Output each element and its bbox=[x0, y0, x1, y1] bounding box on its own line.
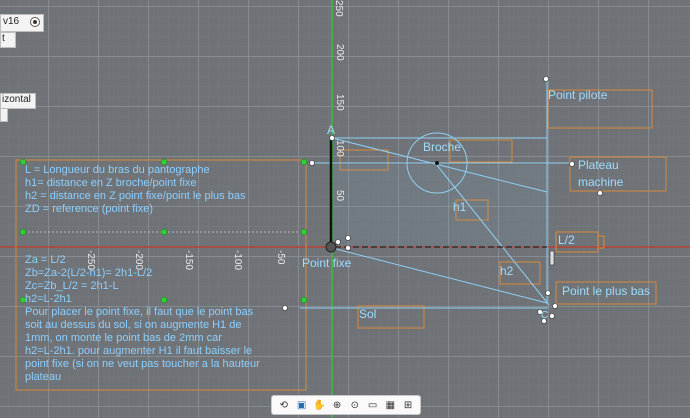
sketch-palette-row-version[interactable]: v16 bbox=[0, 14, 44, 32]
broche-point[interactable] bbox=[435, 161, 439, 165]
label-point-le-plus-bas: Point le plus bas bbox=[562, 284, 651, 298]
label-c: C bbox=[541, 310, 549, 321]
formula-line: 1mm, on monte le point bas de 2mm car bbox=[25, 332, 222, 344]
orientation-dropdown[interactable]: izontal bbox=[0, 93, 36, 109]
v-tick-200: 200 bbox=[334, 44, 345, 61]
formula-line: soit au dessus du sol, si on augmente H1… bbox=[25, 319, 242, 331]
orientation-label: izontal bbox=[2, 94, 31, 105]
v-tick-50: 50 bbox=[334, 190, 345, 202]
definition-line: L = Longueur du bras du pantographe bbox=[25, 164, 210, 176]
definitions-note[interactable]: L = Longueur du bras du pantographe h1= … bbox=[25, 164, 245, 216]
shaded-area bbox=[332, 165, 547, 248]
label-plateau: Plateau bbox=[578, 158, 619, 172]
orbit-icon[interactable]: ⟲ bbox=[276, 400, 292, 411]
h-tick-50: -50 bbox=[275, 250, 286, 265]
option-label: t bbox=[2, 33, 5, 44]
label-h2: h2 bbox=[500, 264, 514, 278]
formula-line: h2=L-2h1 bbox=[25, 293, 72, 305]
v-tick-100: 100 bbox=[334, 140, 345, 157]
formula-line: h2=L-2h1. pour augmenter H1 il faut bais… bbox=[25, 345, 253, 357]
sketch-palette-row-option[interactable]: t bbox=[0, 32, 16, 48]
definition-line: h1= distance en Z broche/point fixe bbox=[25, 177, 197, 189]
formula-line: point fixe (si on ne veut pas toucher a … bbox=[25, 358, 260, 370]
label-broche: Broche bbox=[423, 140, 462, 154]
label-h1: h1 bbox=[453, 200, 467, 214]
formula-line: Zb=Za-2(L/2-h1)= 2h1-L/2 bbox=[25, 267, 153, 279]
look-at-icon[interactable]: ▣ bbox=[294, 400, 310, 411]
viewports-icon[interactable]: ⊞ bbox=[400, 400, 416, 411]
display-settings-icon[interactable]: ▭ bbox=[365, 400, 381, 411]
pan-icon[interactable]: ✋ bbox=[311, 400, 327, 411]
palette-edge bbox=[0, 108, 8, 122]
l-half-marker bbox=[549, 250, 555, 266]
v-tick-250: 250 bbox=[333, 0, 344, 17]
label-machine: machine bbox=[578, 175, 624, 189]
v-tick-150: 150 bbox=[334, 94, 345, 111]
zoom-icon[interactable]: ⊕ bbox=[329, 400, 345, 411]
formula-line: Zc=Zb_L/2 = 2h1-L bbox=[25, 280, 119, 292]
formulas-note[interactable]: Za = L/2 Zb=Za-2(L/2-h1)= 2h1-L/2 Zc=Zb_… bbox=[25, 254, 260, 384]
version-label: v16 bbox=[3, 16, 20, 27]
label-point-pilote: Point pilote bbox=[548, 88, 608, 102]
definition-line: h2 = distance en Z point fixe/point le p… bbox=[25, 190, 246, 202]
fixed-point-marker[interactable] bbox=[325, 241, 337, 253]
navigation-toolbar: ⟲ ▣ ✋ ⊕ ⊙ ▭ ▦ ⊞ bbox=[271, 395, 421, 415]
label-sol: Sol bbox=[359, 307, 377, 321]
grid-icon[interactable]: ▦ bbox=[382, 400, 398, 411]
formula-line: Pour placer le point fixe, il faut que l… bbox=[25, 306, 254, 318]
formula-line: plateau bbox=[25, 371, 62, 383]
formula-line: Za = L/2 bbox=[25, 254, 66, 266]
label-l-half: L/2 bbox=[558, 233, 575, 247]
definition-line: ZD = reference (point fixe) bbox=[25, 203, 154, 215]
label-point-fixe: Point fixe bbox=[302, 256, 352, 270]
fit-icon[interactable]: ⊙ bbox=[347, 400, 363, 411]
radio-icon[interactable] bbox=[30, 17, 40, 27]
label-point-a: A bbox=[327, 123, 336, 137]
